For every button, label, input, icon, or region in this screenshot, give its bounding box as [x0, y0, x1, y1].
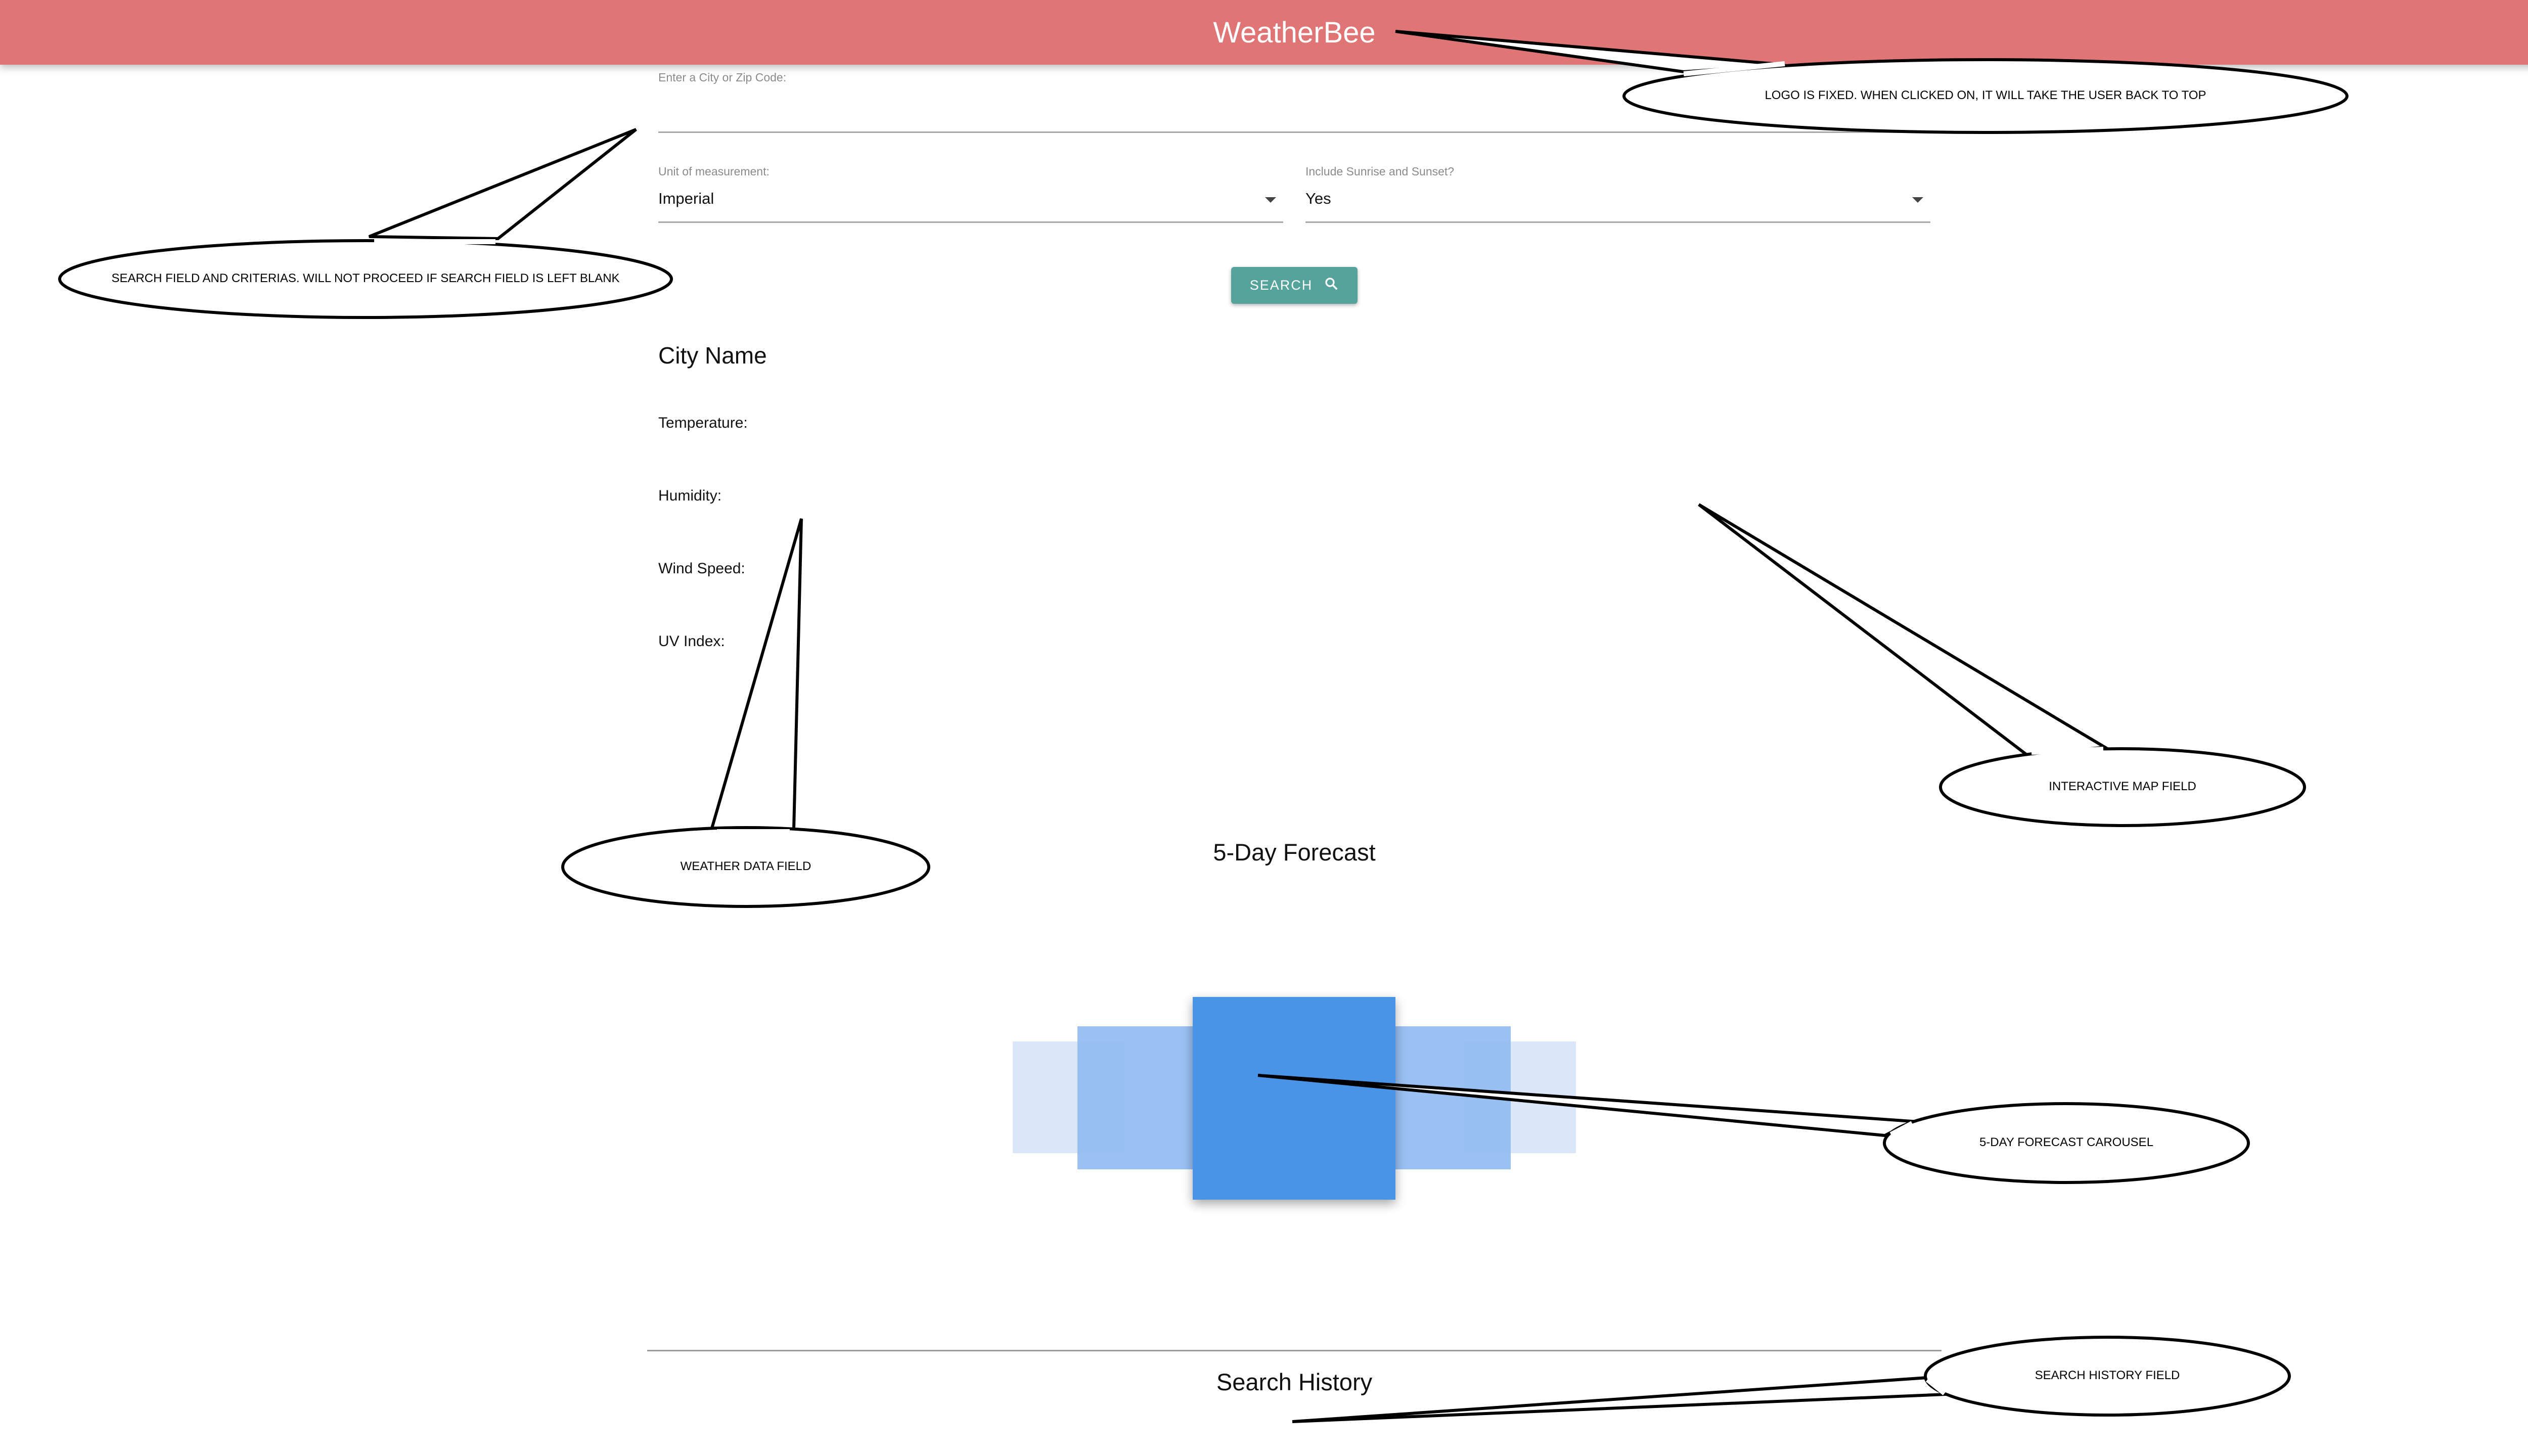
search-history-title: Search History: [1216, 1369, 1373, 1395]
history-annotation-text: SEARCH HISTORY FIELD: [2035, 1369, 2180, 1382]
logo-annotation-text: LOGO IS FIXED. WHEN CLICKED ON, IT WILL …: [1765, 88, 2206, 102]
city-name-heading: City Name: [658, 342, 767, 369]
logo-callout-join: [1683, 61, 1785, 76]
forecast-card-day-3[interactable]: [1193, 997, 1395, 1200]
unit-field-label: Unit of measurement:: [658, 165, 770, 178]
sun-select-value: Yes: [1305, 190, 1331, 207]
city-search-input[interactable]: [658, 99, 1930, 126]
wind-speed-label: Wind Speed:: [658, 560, 745, 577]
unit-select-value: Imperial: [658, 190, 714, 207]
map-callout-pointer: [1698, 503, 2110, 757]
chevron-down-icon: [1265, 197, 1276, 203]
search-callout-pointer: [368, 128, 637, 241]
search-icon: [1324, 276, 1339, 295]
forecast-carousel[interactable]: [1011, 991, 1577, 1203]
forecast-title: 5-Day Forecast: [1213, 839, 1376, 866]
map-annotation-text: INTERACTIVE MAP FIELD: [2049, 780, 2196, 793]
weather-annotation-text: WEATHER DATA FIELD: [680, 859, 811, 873]
uv-index-label: UV Index:: [658, 633, 725, 650]
sun-select[interactable]: Yes: [1305, 185, 1930, 225]
chevron-down-icon: [1912, 197, 1923, 203]
unit-field-underline: [658, 221, 1283, 223]
forecast-card-day-2[interactable]: [1077, 1026, 1193, 1169]
carousel-annotation-text: 5-DAY FORECAST CAROUSEL: [1979, 1135, 2154, 1149]
temperature-label: Temperature:: [658, 415, 748, 431]
app-header: WeatherBee: [0, 0, 2528, 65]
humidity-label: Humidity:: [658, 487, 722, 504]
logo[interactable]: WeatherBee: [1213, 16, 1375, 50]
search-button-label: SEARCH: [1249, 278, 1313, 293]
sun-field-label: Include Sunrise and Sunset?: [1305, 165, 1455, 178]
forecast-card-day-4[interactable]: [1395, 1026, 1511, 1169]
city-field-label: Enter a City or Zip Code:: [658, 71, 787, 84]
history-divider: [647, 1350, 1942, 1351]
search-annotation-text: SEARCH FIELD AND CRITERIAS. WILL NOT PRO…: [111, 271, 620, 285]
city-field-underline: [658, 131, 1930, 133]
search-button[interactable]: SEARCH: [1231, 267, 1358, 304]
sun-field-underline: [1305, 221, 1930, 223]
unit-select[interactable]: Imperial: [658, 185, 1283, 225]
